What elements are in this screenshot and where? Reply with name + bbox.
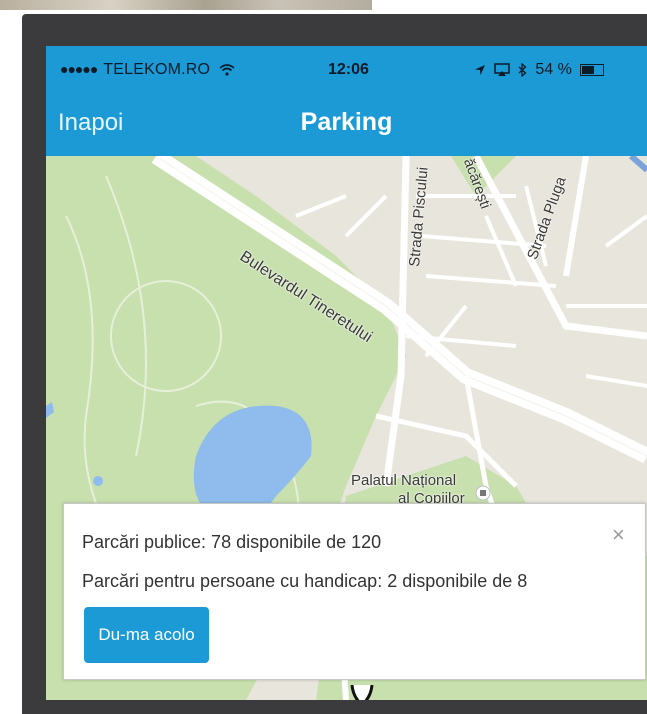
phone-screen: ●●●●● TELEKOM.RO 12:06 54 % Inapoi Parki… — [46, 46, 647, 700]
parking-info-card: Parcări publice: 78 disponibile de 120 P… — [63, 503, 646, 680]
status-time: 12:06 — [328, 61, 369, 78]
carrier-info: ●●●●● TELEKOM.RO — [60, 61, 235, 79]
status-bar: ●●●●● TELEKOM.RO 12:06 54 % — [46, 46, 647, 96]
wifi-icon — [219, 63, 235, 76]
airplay-icon — [494, 63, 511, 77]
status-right-group: 54 % — [474, 61, 605, 79]
battery-icon — [580, 63, 605, 76]
battery-percent: 54 % — [535, 61, 572, 78]
navigate-button[interactable]: Du-ma acolo — [84, 607, 209, 663]
photo-top-strip — [0, 0, 647, 14]
page-title: Parking — [300, 108, 393, 136]
close-icon[interactable]: × — [612, 522, 625, 548]
public-parking-availability: Parcări publice: 78 disponibile de 120 — [82, 532, 382, 552]
map-label-palatul-line1: Palatul Național — [351, 472, 457, 489]
signal-strength-icon: ●●●●● — [60, 61, 98, 77]
bluetooth-icon — [518, 62, 527, 78]
navigation-bar: Inapoi Parking — [46, 96, 647, 156]
map-pin-icon — [350, 685, 374, 700]
location-arrow-icon — [475, 64, 485, 75]
carrier-name: TELEKOM.RO — [103, 61, 211, 78]
handicap-parking-availability: Parcări pentru persoane cu handicap: 2 d… — [82, 571, 528, 591]
